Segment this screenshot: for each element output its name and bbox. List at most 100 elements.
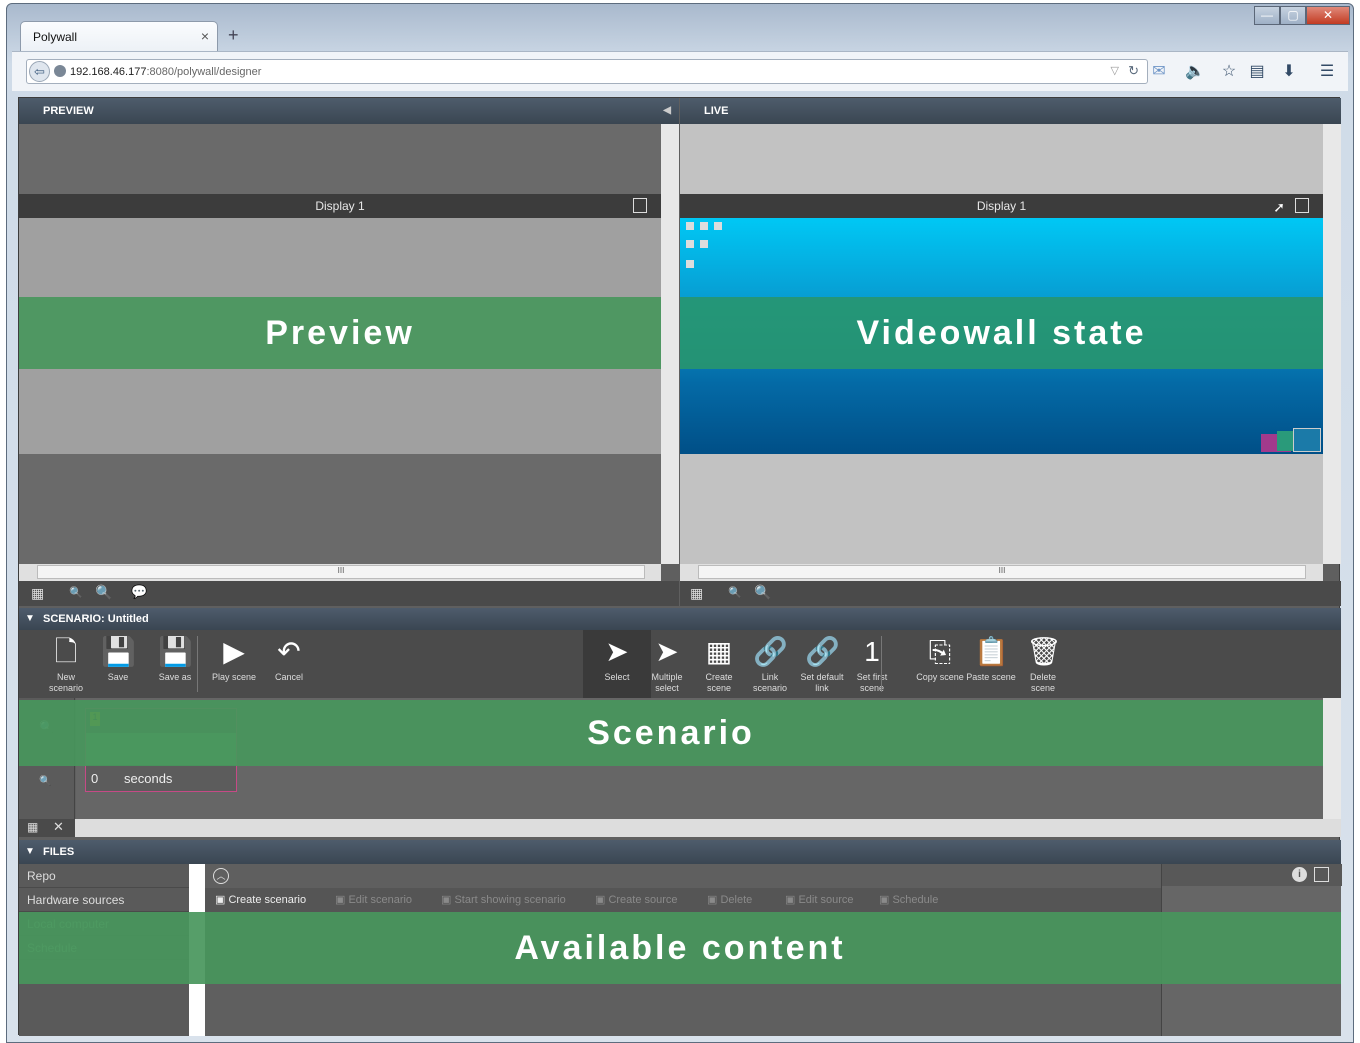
layout-toggle-icon[interactable] (1295, 198, 1309, 213)
action-label: Create source (608, 894, 678, 906)
action-icon: ▣ (707, 894, 721, 906)
link-icon: 🔗 (753, 636, 788, 667)
live-display-label: Display 1 (976, 199, 1027, 213)
copy-icon: ⎘ (928, 636, 952, 667)
tool-label: Play scene (211, 672, 257, 682)
live-title: LIVE (704, 105, 729, 117)
tool-save-button[interactable]: 💾 Save (91, 630, 145, 683)
reading-list-icon[interactable]: ▤ (1247, 62, 1267, 82)
preview-display-label: Display 1 (315, 199, 365, 213)
back-arrow-icon[interactable]: ⇦ (29, 61, 50, 82)
grid-view-icon[interactable]: ▦ (27, 820, 38, 834)
sidebar-item-repo[interactable]: Repo (19, 864, 189, 888)
live-horizontal-scrollbar[interactable]: III (680, 564, 1323, 581)
tool-undo-button[interactable]: ↶ Cancel (259, 630, 319, 683)
dropdown-arrow-icon[interactable]: ▽ (1111, 64, 1119, 77)
scene-duration-value[interactable]: 0 (91, 771, 98, 786)
toolbar-divider (881, 636, 882, 692)
reload-icon[interactable]: ↻ (1128, 63, 1139, 79)
action-icon: ▣ (879, 894, 893, 906)
scenario-toolbar: 🗋 New scenario 💾 Save 💾 Save as ▶ Play scene ↶ Can… (19, 630, 1341, 698)
grid-view-icon[interactable]: ▦ (690, 585, 703, 602)
collapse-left-icon[interactable]: ◀ (663, 98, 671, 124)
tool-label: New (56, 672, 75, 682)
tool-first-scene-button[interactable]: 1 Set first scene (839, 630, 905, 694)
url-path: :8080/polywall/designer (146, 66, 262, 78)
layout-toggle-icon[interactable] (633, 198, 647, 213)
mail-icon[interactable]: ✉ (1149, 62, 1169, 82)
action-icon: ▣ (215, 894, 229, 906)
scenario-overlay-label: Scenario (19, 700, 1323, 766)
zoom-in-icon[interactable]: 🔍 (95, 584, 112, 601)
files-title: FILES (43, 846, 75, 858)
address-bar[interactable]: ⇦ 192.168.46.177:8080/polywall/designer … (26, 59, 1148, 84)
preview-vertical-scrollbar[interactable] (661, 124, 679, 564)
save-icon: 💾 (101, 636, 136, 667)
close-icon[interactable]: ✕ (53, 819, 64, 835)
chevron-up-icon[interactable]: ︿ (213, 868, 229, 884)
zoom-out-icon[interactable]: 🔍 (69, 586, 83, 599)
action-delete-button[interactable]: ▣ Delete (707, 893, 752, 906)
action-start-showing-scenario-button[interactable]: ▣ Start showing scenario (441, 893, 566, 906)
preview-canvas[interactable]: Display 1 Preview (19, 124, 661, 564)
collapse-triangle-icon[interactable]: ▼ (25, 840, 35, 864)
trash-icon: 🗑 (1026, 636, 1062, 667)
desktop-icons (686, 222, 726, 274)
url-host: 192.168.46.177 (70, 66, 147, 78)
menu-icon[interactable]: ☰ (1317, 62, 1337, 82)
bookmark-star-icon[interactable]: ☆ (1219, 62, 1239, 82)
live-panel: LIVE Display 1 ➚ Videowall state III ▦ 🔍… (680, 98, 1341, 606)
zoom-in-icon[interactable]: 🔍 (754, 584, 771, 601)
collapse-triangle-icon[interactable]: ▼ (25, 608, 35, 630)
download-icon[interactable]: ⬇ (1279, 62, 1299, 82)
action-create-source-button[interactable]: ▣ Create source (595, 893, 678, 906)
live-scroll-thumb[interactable]: III (698, 565, 1306, 579)
new-tab-button[interactable]: + (228, 25, 239, 46)
scenario-horizontal-scrollbar[interactable]: ▦ ✕ (19, 819, 1341, 837)
action-icon: ▣ (785, 894, 799, 906)
info-icon[interactable]: i (1292, 867, 1307, 882)
image-icon[interactable] (1314, 867, 1329, 882)
live-display-bar: Display 1 ➚ (680, 194, 1323, 218)
browser-tab[interactable]: Polywall × (20, 21, 218, 51)
action-schedule-button[interactable]: ▣ Schedule (879, 893, 938, 906)
speaker-icon[interactable]: 🔈 (1185, 62, 1205, 82)
files-actions-bar: ▣ Create scenario ▣ Edit scenario ▣ Start … (205, 888, 1161, 912)
maximize-button[interactable]: ▢ (1280, 6, 1306, 25)
action-create-scenario-button[interactable]: ▣ Create scenario (215, 893, 306, 906)
preview-scroll-thumb[interactable]: III (37, 565, 645, 579)
action-edit-scenario-button[interactable]: ▣ Edit scenario (335, 893, 412, 906)
desktop-folders-icon (1261, 428, 1321, 452)
zoom-out-icon[interactable]: 🔍 (39, 776, 51, 787)
action-label: Schedule (892, 894, 939, 906)
tool-trash-button[interactable]: 🗑 Delete scene (1015, 630, 1071, 694)
tool-new-scenario-button[interactable]: 🗋 New scenario (39, 630, 93, 694)
scenario-vertical-scrollbar[interactable] (1323, 698, 1341, 819)
sidebar-item-hardware-sources[interactable]: Hardware sources (19, 888, 189, 912)
action-icon: ▣ (441, 894, 455, 906)
scenario-header[interactable]: ▼ SCENARIO: Untitled (19, 608, 1341, 630)
preview-horizontal-scrollbar[interactable]: III (19, 564, 661, 581)
window-controls: — ▢ ✕ (1254, 6, 1350, 25)
default-link-icon: 🔗 (805, 636, 840, 667)
action-label: Start showing scenario (454, 894, 566, 906)
action-label: Edit source (798, 894, 854, 906)
grid-view-icon[interactable]: ▦ (31, 585, 44, 602)
tab-close-icon[interactable]: × (201, 28, 209, 44)
tool-play-button[interactable]: ▶ Play scene (205, 630, 263, 683)
live-canvas[interactable]: Display 1 ➚ Videowall state (680, 124, 1323, 564)
live-vertical-scrollbar[interactable] (1323, 124, 1341, 564)
pointer-plus-icon[interactable]: ➚ (1273, 195, 1285, 219)
tool-label: Save as (158, 672, 192, 682)
live-overlay-label: Videowall state (680, 297, 1323, 369)
tool-save-as-button[interactable]: 💾 Save as (147, 630, 203, 683)
comment-icon[interactable]: 💬 (131, 584, 147, 600)
close-window-button[interactable]: ✕ (1306, 6, 1350, 25)
minimize-button[interactable]: — (1254, 6, 1280, 25)
action-edit-source-button[interactable]: ▣ Edit source (785, 893, 853, 906)
polywall-designer: PREVIEW ◀ Display 1 Preview III ▦ 🔍 🔍 💬 (18, 97, 1342, 1036)
scenario-panel: ▼ SCENARIO: Untitled 🗋 New scenario 💾 Save 💾 S… (19, 608, 1341, 837)
action-label: Create scenario (228, 894, 307, 906)
zoom-out-icon[interactable]: 🔍 (728, 586, 742, 599)
files-header[interactable]: ▼ FILES (19, 840, 1341, 864)
